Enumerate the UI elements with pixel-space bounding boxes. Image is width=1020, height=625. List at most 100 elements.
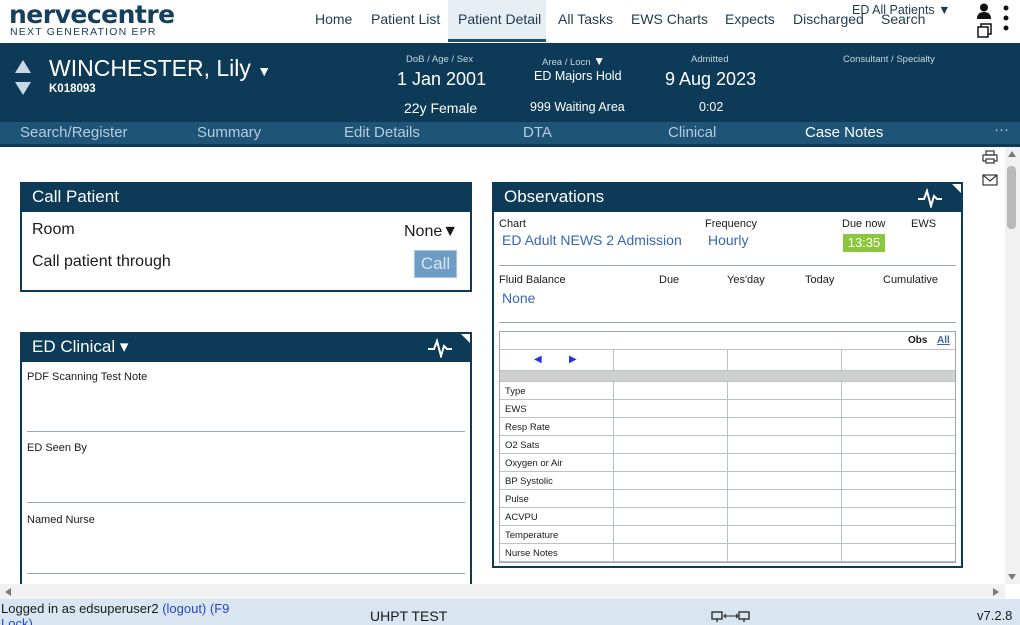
field-divider — [27, 502, 465, 503]
call-button[interactable]: Call — [414, 250, 457, 278]
login-status: Logged in as edsuperuser2 (logout) (F9 L… — [1, 601, 251, 625]
obs-row: BP Systolic — [500, 472, 955, 490]
dob-label: DoB / Age / Sex — [406, 54, 474, 65]
more-menu-icon[interactable] — [1003, 4, 1009, 32]
nav-patient-list[interactable]: Patient List — [371, 11, 440, 27]
horizontal-scrollbar[interactable] — [0, 584, 1005, 599]
obs-cell — [614, 418, 728, 435]
user-icon[interactable] — [977, 3, 991, 19]
obs-row-label: ACVPU — [500, 508, 614, 525]
patient-age-sex: 22y Female — [404, 100, 478, 116]
obs-all-link[interactable]: All — [937, 335, 950, 346]
vertical-scroll-thumb[interactable] — [1007, 166, 1016, 229]
fluid-cumulative-label: Cumulative — [883, 274, 939, 286]
nav-home[interactable]: Home — [315, 11, 352, 27]
scroll-right-icon[interactable] — [993, 588, 999, 596]
obs-column — [728, 350, 842, 370]
nav-expects[interactable]: Expects — [725, 11, 775, 27]
tab-edit-details[interactable]: Edit Details — [344, 124, 420, 141]
obs-row-label: O2 Sats — [500, 436, 614, 453]
area-label[interactable]: Area / Locn ▼ — [542, 54, 605, 68]
fluid-balance-link[interactable]: None — [502, 290, 535, 306]
status-footer: Logged in as edsuperuser2 (logout) (F9 L… — [0, 599, 1020, 625]
nav-patient-detail[interactable]: Patient Detail — [448, 0, 546, 40]
tab-clinical[interactable]: Clinical — [668, 124, 716, 141]
tab-dta[interactable]: DTA — [523, 124, 552, 141]
admitted-date: 9 Aug 2023 — [665, 69, 757, 89]
top-bar: nervecentre NEXT GENERATION EPR Home Pat… — [0, 0, 1020, 43]
scroll-left-icon[interactable] — [5, 588, 11, 596]
tab-case-notes[interactable]: Case Notes — [805, 124, 883, 141]
print-icon[interactable] — [982, 150, 998, 164]
remote-connection-icon — [711, 611, 750, 622]
tab-summary[interactable]: Summary — [197, 124, 261, 141]
patient-name[interactable]: WINCHESTER, Lily ▼ — [49, 55, 271, 82]
due-now-badge[interactable]: 13:35 — [843, 234, 885, 252]
obs-cell — [614, 454, 728, 471]
fluid-today-label: Today — [805, 274, 835, 286]
field-divider — [27, 431, 465, 432]
obs-row: EWS — [500, 400, 955, 418]
scroll-up-icon[interactable] — [1008, 151, 1016, 157]
pulse-chart-icon[interactable] — [427, 338, 453, 358]
email-icon[interactable] — [982, 174, 998, 186]
room-select[interactable]: None▼ — [404, 223, 458, 241]
section-divider — [499, 322, 956, 323]
logout-link[interactable]: (logout) — [162, 601, 206, 616]
obs-cell — [614, 472, 728, 489]
next-obs-icon[interactable]: ▶ — [569, 354, 577, 365]
panel-corner-icon[interactable] — [461, 334, 470, 343]
obs-cell — [728, 472, 842, 489]
field-divider — [27, 573, 465, 574]
pulse-chart-icon[interactable] — [917, 188, 943, 208]
obs-row: Resp Rate — [500, 418, 955, 436]
room-label: Room — [32, 221, 75, 238]
nav-all-tasks[interactable]: All Tasks — [558, 11, 613, 27]
area-caret[interactable]: ▼ — [593, 54, 605, 68]
call-patient-panel: Call Patient Room None▼ Call patient thr… — [20, 182, 472, 292]
section-divider — [499, 265, 956, 266]
field-pdf-scanning: PDF Scanning Test Note — [27, 371, 148, 383]
call-patient-title: Call Patient — [22, 184, 470, 212]
window-copy-icon[interactable] — [977, 23, 993, 39]
chart-link[interactable]: ED Adult NEWS 2 Admission — [502, 232, 682, 248]
obs-cell — [728, 418, 842, 435]
ed-clinical-title[interactable]: ED Clinical ▾ — [22, 334, 470, 362]
field-ed-seen-by: ED Seen By — [27, 442, 87, 454]
next-patient-icon[interactable] — [15, 82, 31, 95]
obs-cell — [728, 436, 842, 453]
ews-label: EWS — [911, 218, 937, 230]
obs-row: Type — [500, 382, 955, 400]
obs-cell — [728, 382, 842, 399]
obs-row-label: BP Systolic — [500, 472, 614, 489]
frequency-label: Frequency — [705, 218, 757, 230]
patient-area: ED Majors Hold — [534, 69, 622, 83]
previous-obs-icon[interactable]: ◀ — [534, 354, 542, 365]
patient-location: 999 Waiting Area — [530, 100, 625, 114]
obs-row: O2 Sats — [500, 436, 955, 454]
scroll-down-icon[interactable] — [1008, 574, 1016, 580]
subnav-more-icon[interactable]: ··· — [994, 121, 1009, 138]
obs-cell — [728, 526, 842, 543]
fluid-due-label: Due — [659, 274, 680, 286]
environment-label: UHPT TEST — [370, 608, 448, 624]
observations-panel: Observations Chart ED Adult NEWS 2 Admis… — [492, 182, 963, 568]
obs-row: Pulse — [500, 490, 955, 508]
obs-row: Oxygen or Air — [500, 454, 955, 472]
logo-subtitle: NEXT GENERATION EPR — [10, 26, 157, 38]
previous-patient-icon[interactable] — [15, 60, 31, 73]
panel-corner-icon[interactable] — [952, 184, 961, 193]
obs-cell — [728, 544, 842, 561]
frequency-link[interactable]: Hourly — [708, 232, 748, 248]
obs-label: Obs — [908, 335, 928, 346]
field-named-nurse: Named Nurse — [27, 514, 95, 526]
nav-active-indicator — [448, 39, 546, 42]
patient-menu-caret[interactable]: ▼ — [257, 63, 271, 79]
nav-ews-charts[interactable]: EWS Charts — [631, 11, 708, 27]
obs-cell — [614, 544, 728, 561]
ed-clinical-panel: ED Clinical ▾ PDF Scanning Test Note ED … — [20, 332, 472, 584]
obs-row-label: Resp Rate — [500, 418, 614, 435]
subnav-divider — [0, 144, 1020, 147]
patient-list-selector[interactable]: ED All Patients ▼ — [852, 3, 951, 17]
tab-search-register[interactable]: Search/Register — [20, 124, 128, 141]
